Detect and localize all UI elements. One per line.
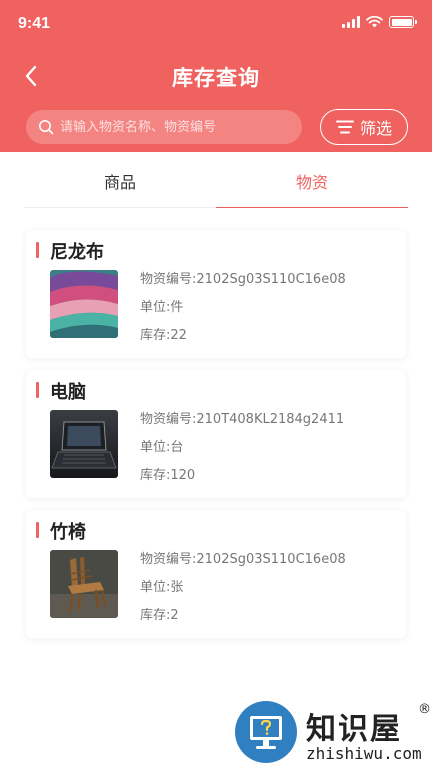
search-icon: [39, 120, 54, 135]
list-item[interactable]: 尼龙布 物资编号:2102Sg03S110C16e08 单位:件 库存:22: [26, 230, 406, 358]
signal-icon: [342, 16, 360, 28]
item-stock: 库存:120: [140, 468, 196, 483]
search-box[interactable]: [26, 110, 302, 144]
title-accent-bar: [36, 382, 39, 398]
watermark: 知识屋 ® zhishiwu.com: [232, 698, 432, 768]
page-title: 库存查询: [172, 66, 260, 90]
status-icons: [342, 16, 417, 28]
item-code: 物资编号:2102Sg03S110C16e08: [140, 272, 346, 287]
item-unit: 单位:张: [140, 580, 184, 595]
help-monitor-icon: [235, 701, 297, 763]
item-name: 电脑: [50, 382, 86, 403]
item-stock: 库存:2: [140, 608, 179, 623]
tab-goods[interactable]: 商品: [24, 160, 216, 207]
item-info: 物资编号:2102Sg03S110C16e08 单位:张 库存:2: [140, 546, 346, 630]
status-time: 9:41: [18, 15, 51, 32]
item-name: 尼龙布: [50, 242, 104, 263]
watermark-text: 知识屋: [306, 712, 402, 747]
filter-button[interactable]: 筛选: [320, 109, 408, 145]
tab-materials[interactable]: 物资: [216, 160, 408, 208]
filter-label: 筛选: [359, 119, 392, 138]
item-stock: 库存:22: [140, 328, 187, 343]
item-code: 物资编号:210T408KL2184g2411: [140, 412, 345, 427]
status-bar: 9:41: [0, 0, 432, 48]
material-list: 尼龙布 物资编号:2102Sg03S110C16e08 单位:件 库存:22 电…: [26, 230, 406, 650]
fabric-image: [50, 270, 118, 338]
wifi-icon: [366, 16, 383, 28]
item-code: 物资编号:2102Sg03S110C16e08: [140, 552, 346, 567]
registered-mark: ®: [418, 702, 431, 717]
battery-icon: [389, 16, 417, 28]
item-unit: 单位:件: [140, 300, 184, 315]
list-item[interactable]: 电脑 物资编号:210T408KL2184g2411 单位:台 库存:120: [26, 370, 406, 498]
title-accent-bar: [36, 522, 39, 538]
item-name: 竹椅: [50, 522, 86, 543]
item-info: 物资编号:210T408KL2184g2411 单位:台 库存:120: [140, 406, 344, 490]
tab-bar: 商品 物资: [24, 160, 408, 208]
list-item[interactable]: 竹椅 物资编号:2102Sg03S110C16e08 单位:张 库存:2: [26, 510, 406, 638]
header: 9:41 库存查询 筛选: [0, 0, 432, 152]
item-info: 物资编号:2102Sg03S110C16e08 单位:件 库存:22: [140, 266, 346, 350]
search-input[interactable]: [60, 119, 280, 135]
filter-icon: [335, 120, 354, 134]
title-accent-bar: [36, 242, 39, 258]
item-unit: 单位:台: [140, 440, 184, 455]
chair-image: [50, 550, 118, 618]
watermark-url: zhishiwu.com: [306, 744, 422, 763]
laptop-image: [50, 410, 118, 478]
